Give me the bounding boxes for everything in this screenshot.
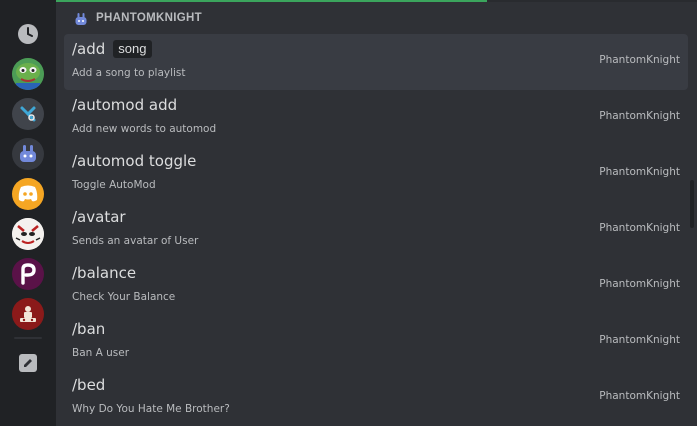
p-logo-icon[interactable] <box>12 258 44 290</box>
command-owner: PhantomKnight <box>599 334 680 346</box>
command-description: Add new words to automod <box>72 123 217 135</box>
clock-icon[interactable] <box>12 18 44 50</box>
command-name: /balance <box>72 264 137 282</box>
command-item-ban[interactable]: /ban Ban A user PhantomKnight <box>64 314 688 370</box>
command-description: Sends an avatar of User <box>72 235 199 247</box>
command-param-chip[interactable]: song <box>113 40 152 58</box>
scrollbar-thumb[interactable] <box>690 180 694 228</box>
command-description: Check Your Balance <box>72 291 176 303</box>
mask-avatar-icon[interactable] <box>12 218 44 250</box>
command-name: /automod toggle <box>72 152 197 170</box>
bot-section-title: PHANTOMKNIGHT <box>96 12 202 24</box>
command-item-add[interactable]: /add song Add a song to playlist Phantom… <box>64 34 688 90</box>
command-owner: PhantomKnight <box>599 166 680 178</box>
command-owner: PhantomKnight <box>599 110 680 122</box>
command-name: /add <box>72 40 106 58</box>
panel-accent-line <box>56 0 487 2</box>
command-item-avatar[interactable]: /avatar Sends an avatar of User PhantomK… <box>64 202 688 258</box>
command-description: Toggle AutoMod <box>72 179 156 191</box>
command-description: Why Do You Hate Me Brother? <box>72 403 230 415</box>
panel-top-border <box>487 0 697 2</box>
pepe-frog-icon[interactable] <box>12 58 44 90</box>
command-item-balance[interactable]: /balance Check Your Balance PhantomKnigh… <box>64 258 688 314</box>
command-item-bed[interactable]: /bed Why Do You Hate Me Brother? Phantom… <box>64 370 688 426</box>
bunny-bot-small-icon <box>74 11 88 25</box>
dj-server-icon[interactable] <box>12 298 44 330</box>
panel-header: PHANTOMKNIGHT <box>56 4 697 32</box>
command-item-automod-add[interactable]: /automod add Add new words to automod Ph… <box>64 90 688 146</box>
command-description: Ban A user <box>72 347 130 359</box>
command-autocomplete-panel: PHANTOMKNIGHT /add song Add a song to pl… <box>56 0 697 426</box>
app-rail <box>0 0 56 426</box>
command-owner: PhantomKnight <box>599 278 680 290</box>
bunny-bot-icon[interactable] <box>12 138 44 170</box>
command-name: /ban <box>72 320 106 338</box>
command-item-automod-toggle[interactable]: /automod toggle Toggle AutoMod PhantomKn… <box>64 146 688 202</box>
command-name: /bed <box>72 376 106 394</box>
command-description: Add a song to playlist <box>72 67 186 79</box>
command-owner: PhantomKnight <box>599 54 680 66</box>
pencil-icon[interactable] <box>12 347 44 379</box>
discord-bot-icon[interactable] <box>12 178 44 210</box>
command-name: /automod add <box>72 96 178 114</box>
tools-server-icon[interactable] <box>12 98 44 130</box>
command-owner: PhantomKnight <box>599 222 680 234</box>
command-name-wrap: /add song <box>72 40 152 58</box>
command-owner: PhantomKnight <box>599 390 680 402</box>
rail-divider <box>14 337 42 339</box>
command-name: /avatar <box>72 208 126 226</box>
